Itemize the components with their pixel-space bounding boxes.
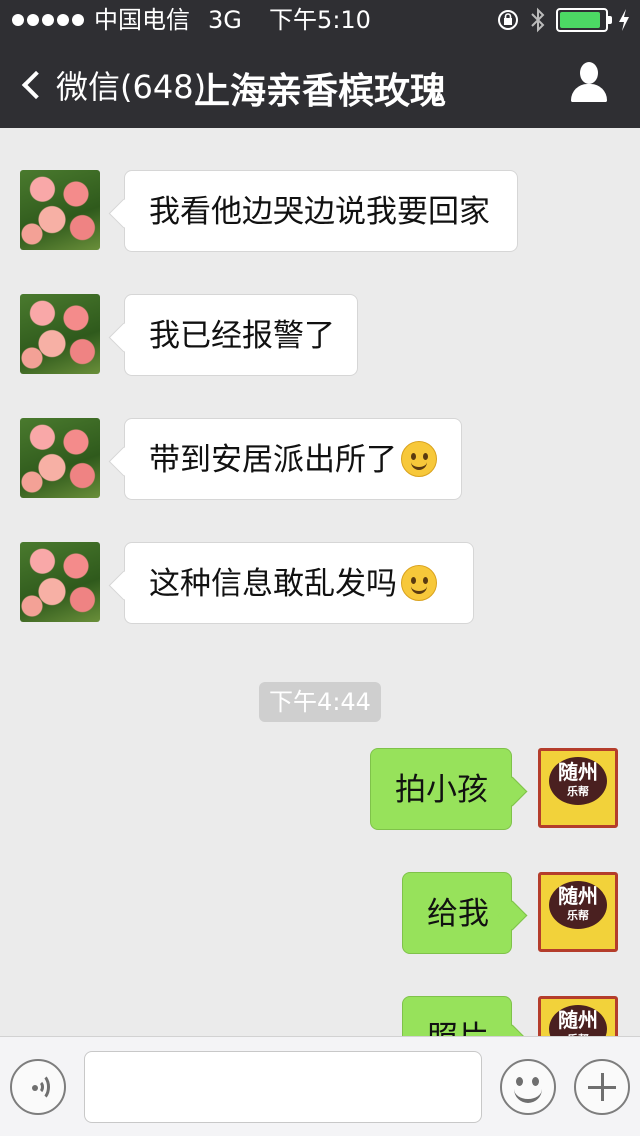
message-bubble[interactable]: 我看他边哭边说我要回家: [124, 170, 518, 252]
rotation-lock-icon: [498, 10, 518, 30]
status-right-icons: [496, 6, 630, 34]
avatar-subtitle: 乐帮: [567, 909, 589, 922]
avatar-badge: 随州 乐帮: [549, 757, 607, 805]
input-bar: [0, 1036, 640, 1136]
message-text: 照片: [427, 1020, 489, 1036]
message-input[interactable]: [84, 1051, 482, 1123]
message-text: 给我: [427, 896, 489, 932]
more-options-button[interactable]: [574, 1059, 630, 1115]
message-row: 我已经报警了: [0, 294, 640, 376]
avatar-subtitle: 乐帮: [567, 785, 589, 798]
battery-icon: [556, 8, 612, 32]
status-bar: 中国电信 3G 下午5:10: [0, 0, 640, 40]
message-timestamp: 下午4:44: [259, 682, 381, 722]
emoji-face-button[interactable]: [500, 1059, 556, 1115]
avatar-title: 随州: [558, 1008, 598, 1032]
avatar-badge: 随州 乐帮: [549, 1005, 607, 1036]
own-avatar[interactable]: 随州 乐帮: [538, 748, 618, 828]
contact-avatar[interactable]: [20, 294, 100, 374]
wechat-chat-screen: 中国电信 3G 下午5:10 微信(648) 上海亲香槟玫瑰 我看他边哭边说我要…: [0, 0, 640, 1136]
message-text: 带到安居派出所了: [149, 442, 397, 478]
message-list[interactable]: 我看他边哭边说我要回家 我已经报警了 带到安居派出所了 这种信息敢乱发吗 下午4…: [0, 128, 640, 1036]
message-text: 拍小孩: [395, 772, 488, 808]
message-row: 拍小孩 随州 乐帮: [0, 748, 640, 830]
voice-input-button[interactable]: [10, 1059, 66, 1115]
avatar-badge: 随州 乐帮: [549, 881, 607, 929]
bluetooth-icon: [531, 7, 545, 33]
chat-info-button[interactable]: [568, 62, 610, 104]
own-message-bubble[interactable]: 照片: [402, 996, 512, 1036]
happy-emoji-icon: [401, 564, 437, 601]
chat-title: 上海亲香槟玫瑰: [193, 71, 446, 112]
navigation-bar: 微信(648) 上海亲香槟玫瑰: [0, 40, 640, 128]
message-bubble[interactable]: 带到安居派出所了: [124, 418, 462, 500]
message-text: 我已经报警了: [149, 318, 335, 354]
avatar-title: 随州: [558, 884, 598, 908]
contact-avatar[interactable]: [20, 418, 100, 498]
contact-avatar[interactable]: [20, 170, 100, 250]
message-row: 我看他边哭边说我要回家: [0, 170, 640, 252]
own-avatar[interactable]: 随州 乐帮: [538, 872, 618, 952]
message-row: 这种信息敢乱发吗: [0, 542, 640, 624]
message-row: 带到安居派出所了: [0, 418, 640, 500]
own-message-bubble[interactable]: 拍小孩: [370, 748, 512, 830]
message-text: 我看他边哭边说我要回家: [149, 194, 490, 230]
message-row: 照片 随州 乐帮: [0, 996, 640, 1036]
message-bubble[interactable]: 这种信息敢乱发吗: [124, 542, 474, 624]
message-text: 这种信息敢乱发吗: [149, 566, 397, 602]
smile-emoji-icon: [401, 440, 437, 477]
own-message-bubble[interactable]: 给我: [402, 872, 512, 954]
message-row: 给我 随州 乐帮: [0, 872, 640, 954]
own-avatar[interactable]: 随州 乐帮: [538, 996, 618, 1036]
top-bar: 中国电信 3G 下午5:10 微信(648) 上海亲香槟玫瑰: [0, 0, 640, 128]
message-bubble[interactable]: 我已经报警了: [124, 294, 358, 376]
avatar-title: 随州: [558, 760, 598, 784]
charging-icon: [619, 9, 629, 31]
contact-avatar[interactable]: [20, 542, 100, 622]
